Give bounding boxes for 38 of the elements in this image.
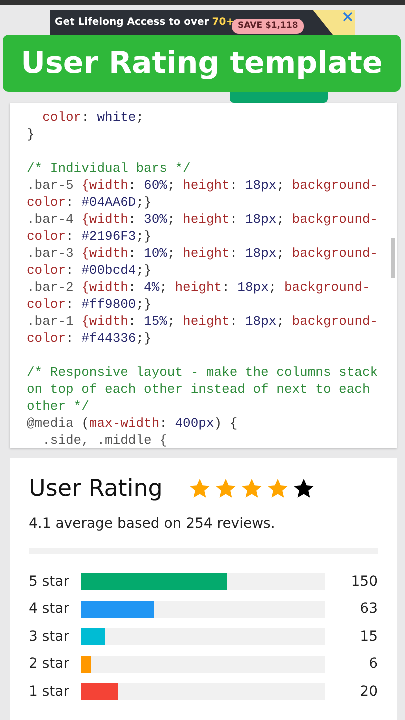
code-line: color: #2196F3;} bbox=[27, 228, 152, 245]
star-label: 5 star bbox=[29, 574, 70, 590]
review-count: 20 bbox=[359, 684, 378, 700]
close-icon[interactable] bbox=[343, 12, 353, 22]
code-line: } bbox=[27, 126, 35, 143]
code-line: .side, .middle { bbox=[42, 432, 168, 448]
ad-save-button[interactable]: SAVE $1,118 bbox=[232, 19, 304, 34]
code-line: @media (max-width: 400px) { bbox=[27, 415, 238, 432]
code-line: .bar-1 {width: 15%; height: 18px; background- bbox=[27, 313, 378, 330]
code-line: /* Individual bars */ bbox=[27, 160, 191, 177]
star-label: 3 star bbox=[29, 628, 70, 645]
code-line: color: #f44336;} bbox=[27, 330, 152, 347]
ad-highlight: 70+ bbox=[212, 17, 235, 28]
code-line: .bar-5 {width: 60%; height: 18px; background- bbox=[27, 177, 378, 194]
ad-headline: Get Lifelong Access to over bbox=[55, 17, 210, 28]
code-line: /* Responsive layout - make the columns stack bbox=[27, 364, 378, 381]
code-line: color: white; bbox=[42, 109, 144, 126]
code-line: color: #00bcd4;} bbox=[27, 262, 152, 279]
review-count: 15 bbox=[359, 628, 378, 645]
code-line: on top of each other instead of next to each bbox=[27, 381, 370, 398]
review-count: 63 bbox=[359, 601, 378, 618]
title-banner: User Rating template bbox=[3, 35, 401, 92]
code-line: .bar-3 {width: 10%; height: 18px; background- bbox=[27, 245, 378, 262]
ad-banner[interactable]: Get Lifelong Access to over 70+ SAVE $1,118 bbox=[50, 10, 355, 35]
star-label: 1 star bbox=[29, 684, 70, 700]
page-button[interactable] bbox=[230, 92, 328, 103]
scrollbar-thumb[interactable] bbox=[391, 238, 395, 278]
code-line: .bar-2 {width: 4%; height: 18px; background- bbox=[27, 279, 370, 296]
rating-summary: 4.1 average based on 254 reviews. bbox=[29, 516, 276, 532]
review-count: 6 bbox=[368, 656, 378, 672]
code-line: other */ bbox=[27, 398, 90, 415]
code-line: .bar-4 {width: 30%; height: 18px; background- bbox=[27, 211, 378, 228]
review-count: 150 bbox=[350, 574, 378, 590]
code-line: color: #ff9800;} bbox=[27, 296, 152, 313]
rating-heading: User Rating bbox=[29, 476, 163, 502]
star-label: 4 star bbox=[29, 601, 70, 618]
star-label: 2 star bbox=[29, 656, 70, 672]
code-line: color: #04AA6D;} bbox=[27, 194, 152, 211]
